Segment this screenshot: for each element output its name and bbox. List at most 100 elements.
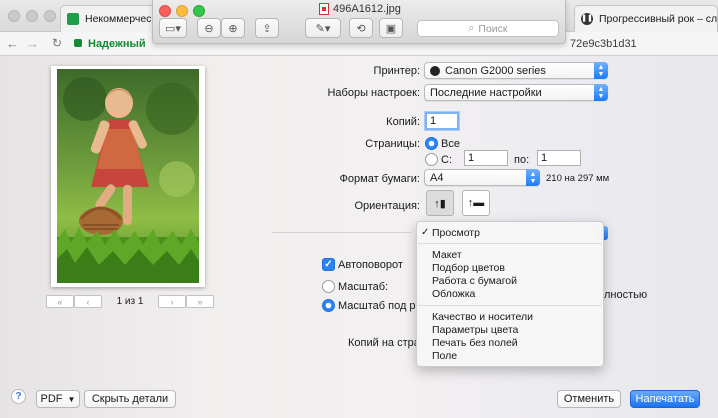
search-input[interactable]: ⌕ Поиск	[417, 20, 559, 37]
double-chevron-right-icon: »	[197, 296, 203, 307]
preview-minimize-button[interactable]	[176, 5, 188, 17]
up-down-chevron-icon: ▲ ▼	[526, 169, 540, 186]
pages-from-field[interactable]: 1	[464, 150, 508, 166]
zoom-out-icon: ⊖	[204, 22, 214, 35]
last-page-button[interactable]: »	[186, 295, 214, 308]
pages-all-label: Все	[441, 138, 460, 150]
chevron-down-icon: ▼	[67, 394, 76, 404]
copies-field[interactable]: 1	[425, 112, 459, 130]
chevron-left-icon: ‹	[86, 296, 90, 307]
hide-details-button[interactable]: Скрыть детали	[84, 390, 176, 408]
pages-range-radio[interactable]	[425, 153, 438, 166]
preview-close-button[interactable]	[159, 5, 171, 17]
window-minimize-button[interactable]	[26, 10, 38, 22]
copies-per-page-label: Копий на стра	[348, 337, 420, 349]
previous-page-button[interactable]: ‹	[74, 295, 102, 308]
paper-dimensions: 210 на 297 мм	[546, 173, 610, 184]
reload-icon[interactable]: ↻	[52, 36, 62, 50]
image-file-icon	[319, 3, 329, 15]
menu-item-color-options[interactable]: Параметры цвета	[432, 324, 518, 336]
markup-button[interactable]: ✎▾	[305, 18, 341, 38]
checkmark-icon: ✓	[421, 227, 430, 238]
print-button[interactable]: Напечатать	[630, 390, 700, 408]
toolbox-button[interactable]: ▣	[379, 18, 403, 38]
printer-select[interactable]: Canon G2000 series ▲ ▼	[424, 62, 608, 79]
window-zoom-button[interactable]	[44, 10, 56, 22]
print-preview-thumbnail	[51, 66, 205, 287]
pages-to-label: по:	[514, 154, 530, 166]
scale-radio[interactable]	[322, 280, 335, 293]
browser-tab-title: Прогрессивный рок – слу	[599, 13, 718, 25]
menu-separator	[418, 243, 602, 244]
copies-label: Копий:	[386, 116, 420, 128]
printer-value: Canon G2000 series	[445, 64, 546, 77]
photo-preview	[57, 69, 199, 283]
menu-item-margin[interactable]: Поле	[432, 350, 457, 362]
window-close-button[interactable]	[8, 10, 20, 22]
up-down-chevron-icon: ▲ ▼	[594, 84, 608, 101]
pages-label: Страницы:	[365, 138, 420, 150]
scale-to-fit-radio[interactable]	[322, 299, 335, 312]
browser-tab[interactable]: Некоммерческа	[60, 5, 160, 32]
printer-label: Принтер:	[373, 65, 420, 77]
presets-value: Последние настройки	[430, 86, 542, 99]
printer-icon	[430, 65, 440, 76]
url-text[interactable]: 72e9c3b1d31	[570, 38, 637, 50]
child-photo-image	[57, 69, 199, 283]
first-page-button[interactable]: «	[46, 295, 74, 308]
autorotate-label: Автоповорот	[338, 259, 403, 271]
next-page-button[interactable]: ›	[158, 295, 186, 308]
forward-arrow-icon[interactable]: →	[26, 36, 39, 51]
zoom-in-icon: ⊕	[228, 22, 238, 35]
menu-item-preview[interactable]: Просмотр	[432, 227, 480, 239]
presets-label: Наборы настроек:	[327, 87, 420, 99]
browser-tab[interactable]: ❚❚ Прогрессивный рок – слу	[574, 5, 718, 32]
rotate-button[interactable]: ⟲	[349, 18, 373, 38]
cancel-button[interactable]: Отменить	[557, 390, 621, 408]
search-icon: ⌕	[468, 22, 475, 34]
rotate-icon: ⟲	[356, 22, 366, 35]
menu-item-borderless[interactable]: Печать без полей	[432, 337, 518, 349]
zoom-in-button[interactable]: ⊕	[221, 18, 245, 38]
browser-tab-title: Некоммерческа	[85, 13, 160, 25]
menu-separator	[418, 305, 602, 306]
print-options-menu: ✓ Просмотр Макет Подбор цветов Работа с …	[416, 221, 604, 367]
secure-label: Надежный	[88, 38, 146, 50]
pages-all-radio[interactable]	[425, 137, 438, 150]
menu-item-cover-page[interactable]: Обложка	[432, 288, 475, 300]
scale-to-fit-label: Масштаб под ра	[338, 300, 422, 312]
portrait-icon: ↑▮	[434, 197, 446, 210]
back-arrow-icon[interactable]: ←	[6, 36, 19, 51]
search-placeholder: Поиск	[478, 22, 508, 35]
orientation-label: Ориентация:	[354, 200, 420, 212]
double-chevron-left-icon: «	[57, 296, 63, 307]
lock-icon	[74, 39, 82, 47]
paper-size-value: A4	[430, 171, 444, 184]
presets-select[interactable]: Последние настройки ▲ ▼	[424, 84, 608, 101]
sheet-icon	[67, 13, 79, 25]
up-down-chevron-icon: ▲ ▼	[594, 62, 608, 79]
menu-item-color-matching[interactable]: Подбор цветов	[432, 262, 505, 274]
paper-size-select[interactable]: A4 ▲ ▼	[424, 169, 540, 186]
share-icon: ⇪	[262, 22, 272, 35]
fill-entire-paper-label: лностью	[604, 289, 648, 301]
autorotate-checkbox[interactable]: ✓	[322, 258, 335, 271]
preview-title: 496A1612.jpg	[319, 3, 401, 15]
menu-item-quality-media[interactable]: Качество и носители	[432, 311, 533, 323]
share-button[interactable]: ⇪	[255, 18, 279, 38]
toolbox-icon: ▣	[385, 22, 397, 35]
help-button[interactable]: ?	[11, 389, 26, 404]
scale-label: Масштаб:	[338, 281, 389, 293]
page-indicator: 1 из 1	[116, 296, 144, 307]
menu-item-paper-handling[interactable]: Работа с бумагой	[432, 275, 517, 287]
sidebar-icon: ▭▾	[165, 22, 181, 35]
portrait-orientation-button[interactable]: ↑▮	[426, 190, 454, 216]
pages-to-field[interactable]: 1	[537, 150, 581, 166]
menu-item-layout[interactable]: Макет	[432, 249, 462, 261]
zoom-out-button[interactable]: ⊖	[197, 18, 221, 38]
sidebar-button[interactable]: ▭▾	[159, 18, 187, 38]
pages-from-label: С:	[441, 154, 452, 166]
preview-zoom-button[interactable]	[193, 5, 205, 17]
landscape-orientation-button[interactable]: ↑▬	[462, 190, 490, 216]
pdf-menu-button[interactable]: PDF ▼	[36, 390, 80, 408]
